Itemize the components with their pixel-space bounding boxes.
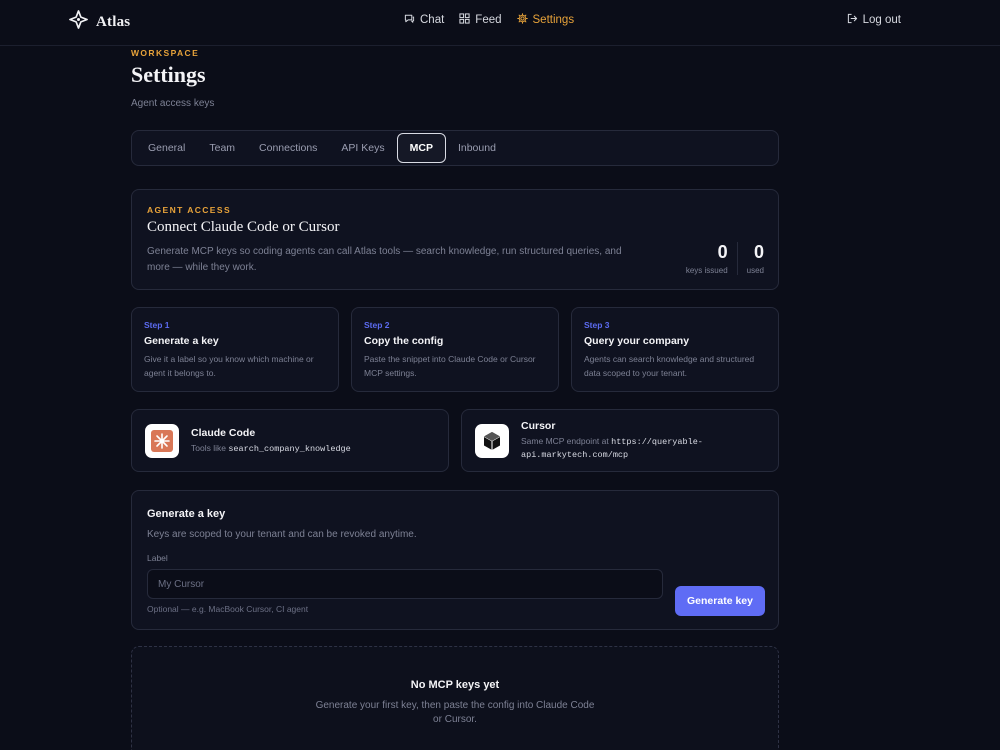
stat-value: 0 <box>753 242 764 262</box>
top-bar: Atlas Chat Feed Settings Log out <box>0 0 1000 46</box>
stat-keys-issued: 0 keys issued <box>677 242 737 275</box>
tab-inbound[interactable]: Inbound <box>446 133 508 163</box>
logout-label: Log out <box>862 14 901 26</box>
logout-button[interactable]: Log out <box>847 13 901 27</box>
nav-feed[interactable]: Feed <box>459 13 502 27</box>
label-field-label: Label <box>147 553 168 563</box>
step-title: Query your company <box>584 335 690 347</box>
chat-icon <box>404 13 415 27</box>
generate-key-button[interactable]: Generate key <box>675 586 765 616</box>
nav-feed-label: Feed <box>475 14 502 26</box>
empty-state: No MCP keys yet Generate your first key,… <box>131 646 779 750</box>
main-nav: Chat Feed Settings <box>404 13 574 27</box>
page-title: Settings <box>131 62 206 87</box>
hero-eyebrow: AGENT ACCESS <box>147 205 232 215</box>
step-number: Step 2 <box>364 320 390 330</box>
tool-desc-code: search_company_knowledge <box>228 443 351 454</box>
tab-general[interactable]: General <box>136 133 197 163</box>
key-label-input[interactable] <box>147 569 663 599</box>
generate-description: Keys are scoped to your tenant and can b… <box>147 529 417 540</box>
tab-mcp[interactable]: MCP <box>396 133 446 163</box>
tool-name: Claude Code <box>191 426 256 439</box>
agent-access-card: AGENT ACCESS Connect Claude Code or Curs… <box>131 189 779 290</box>
nav-chat[interactable]: Chat <box>404 13 444 27</box>
stat-label: keys issued <box>685 266 728 275</box>
step-title: Copy the config <box>364 335 444 347</box>
claude-logo-icon <box>145 423 179 458</box>
atlas-logo-icon <box>69 10 88 34</box>
tool-name: Cursor <box>521 420 556 432</box>
step-description: Paste the snippet into Claude Code or Cu… <box>364 354 536 378</box>
main-content: WORKSPACE Settings Agent access keys Gen… <box>131 46 779 750</box>
hero-title: Connect Claude Code or Cursor <box>147 219 340 235</box>
tool-card-claude-code: Claude Code Tools like search_company_kn… <box>131 409 449 472</box>
stat-used: 0 used <box>736 242 764 275</box>
nav-settings[interactable]: Settings <box>516 13 575 27</box>
brand-name: Atlas <box>96 13 131 30</box>
settings-tabs: General Team Connections API Keys MCP In… <box>131 130 779 166</box>
tool-info: Claude Code Tools like search_company_kn… <box>191 427 351 455</box>
feed-grid-icon <box>459 13 470 27</box>
step-number: Step 1 <box>144 320 170 330</box>
page-eyebrow: WORKSPACE <box>131 48 200 58</box>
tool-info: Cursor Same MCP endpoint at https://quer… <box>521 420 721 461</box>
nav-chat-label: Chat <box>420 14 445 26</box>
cursor-logo-icon <box>475 423 509 458</box>
tool-desc-text: Same MCP endpoint at <box>521 436 612 446</box>
nav-settings-label: Settings <box>532 14 575 26</box>
step-description: Agents can search knowledge and structur… <box>584 354 755 378</box>
step-card-1: Step 1 Generate a key Give it a label so… <box>131 307 339 392</box>
stat-label: used <box>746 266 764 275</box>
stat-value: 0 <box>717 242 728 262</box>
step-card-2: Step 2 Copy the config Paste the snippet… <box>351 307 559 392</box>
empty-description: Generate your first key, then paste the … <box>315 700 595 725</box>
empty-title: No MCP keys yet <box>410 679 500 691</box>
hero-description: Generate MCP keys so coding agents can c… <box>147 246 622 273</box>
step-card-3: Step 3 Query your company Agents can sea… <box>571 307 779 392</box>
generate-title: Generate a key <box>147 508 226 520</box>
page-subtitle: Agent access keys <box>131 98 215 109</box>
logout-icon <box>847 13 858 27</box>
step-title: Generate a key <box>144 335 219 347</box>
step-number: Step 3 <box>584 320 610 330</box>
tool-description: Same MCP endpoint at https://queryable-a… <box>521 435 721 461</box>
label-hint: Optional — e.g. MacBook Cursor, CI agent <box>147 604 309 614</box>
tab-team[interactable]: Team <box>197 133 247 163</box>
tool-description: Tools like search_company_knowledge <box>191 442 351 455</box>
tool-desc-text: Tools like <box>191 442 229 453</box>
tab-connections[interactable]: Connections <box>247 133 329 163</box>
tab-api-keys[interactable]: API Keys <box>329 133 396 163</box>
key-stats: 0 keys issued 0 used <box>677 242 764 275</box>
tool-card-cursor: Cursor Same MCP endpoint at https://quer… <box>461 409 779 472</box>
brand[interactable]: Atlas <box>69 10 130 34</box>
generate-key-card: Generate a key Keys are scoped to your t… <box>131 490 779 630</box>
gear-icon <box>516 13 528 27</box>
step-description: Give it a label so you know which machin… <box>144 354 314 378</box>
